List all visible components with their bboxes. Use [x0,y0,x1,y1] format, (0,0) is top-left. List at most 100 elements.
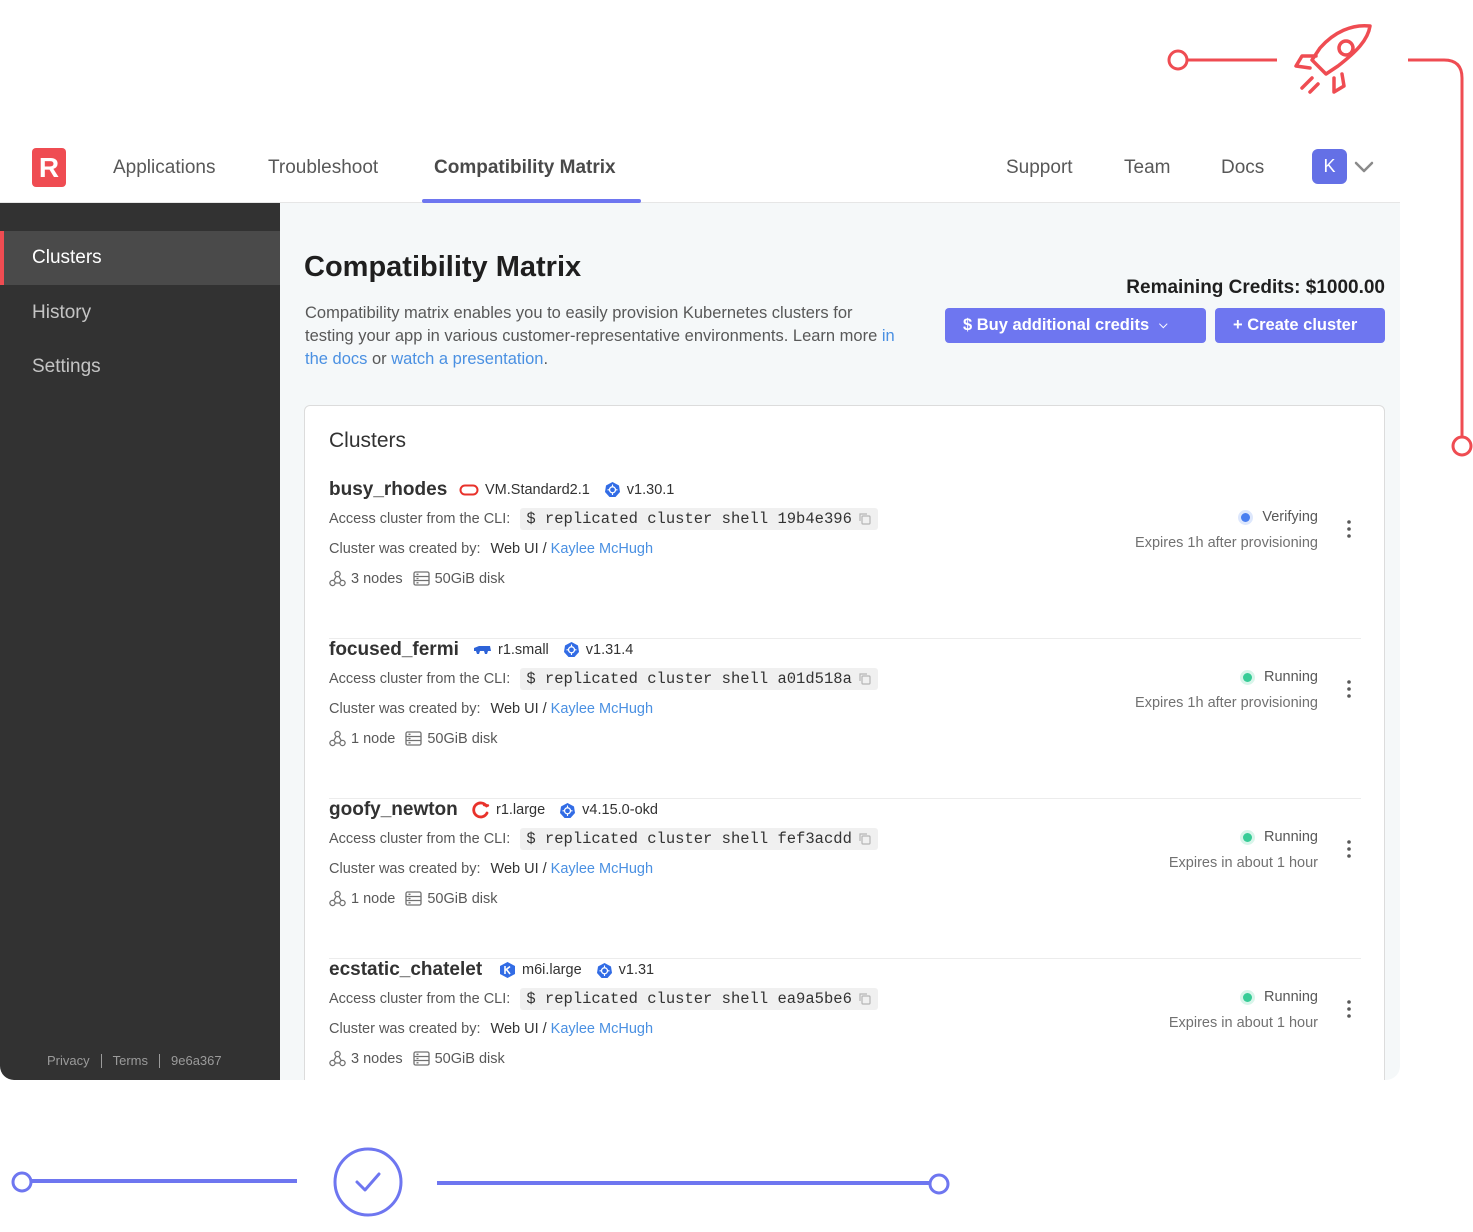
cluster-name[interactable]: focused_fermi [329,639,459,661]
created-by-label: Cluster was created by: [329,701,481,717]
cluster-name[interactable]: goofy_newton [329,799,458,821]
creator-link[interactable]: Kaylee McHugh [551,861,653,877]
rocket-icon [1294,23,1372,94]
instance-tag: VM.Standard2.1 [459,482,590,498]
main-content: Compatibility Matrix Compatibility matri… [280,203,1400,1080]
kubernetes-version: v4.15.0-okd [582,802,658,818]
nav-applications[interactable]: Applications [113,133,215,203]
disk-size: 50GiB disk [412,1050,505,1067]
cluster-expiry: Expires in about 1 hour [1168,855,1318,871]
more-options-icon[interactable] [1346,999,1352,1019]
creator-link[interactable]: Kaylee McHugh [551,701,653,717]
instance-tag: r1.small [473,642,549,658]
node-count: 1 node [329,890,395,907]
cli-command[interactable]: $ replicated cluster shell fef3acdd [520,828,878,850]
privacy-link[interactable]: Privacy [47,1053,90,1068]
nav-team[interactable]: Team [1124,133,1170,203]
status-dot [1242,992,1252,1002]
description-text: or [367,350,392,368]
more-options-icon[interactable] [1346,519,1352,539]
disk-size: 50GiB disk [405,731,497,747]
k3s-icon [500,962,515,978]
nav-docs[interactable]: Docs [1221,133,1264,203]
cluster-name[interactable]: ecstatic_chatelet [329,959,482,981]
cluster-expiry: Expires in about 1 hour [1168,1015,1318,1031]
chevron-down-icon[interactable] [1354,157,1374,177]
status-text: Running [1263,989,1318,1005]
sidebar-item-clusters[interactable]: Clusters [0,231,280,285]
cluster-expiry: Expires 1h after provisioning [1135,535,1318,551]
cli-command-text: $ replicated cluster shell 19b4e396 [526,510,852,528]
kind-icon [474,645,491,654]
disk-icon [412,1051,430,1066]
cluster-name[interactable]: busy_rhodes [329,479,447,501]
created-by-row: Cluster was created by: Web UI / Kaylee … [329,541,653,557]
disk-size-text: 50GiB disk [434,1050,505,1067]
disk-icon [405,891,423,906]
created-source: Web UI / [490,861,547,877]
node-count: 1 node [329,730,395,747]
presentation-link[interactable]: watch a presentation [391,350,543,368]
more-options-icon[interactable] [1346,679,1352,699]
replicated-logo[interactable]: R [32,148,66,187]
copy-icon[interactable] [858,672,872,686]
nodes-icon [329,730,346,747]
status-dot [1242,672,1252,682]
nodes-icon [329,1050,346,1067]
cluster-meta: 1 node 50GiB disk [329,730,507,747]
nav-support[interactable]: Support [1006,133,1073,203]
copy-icon[interactable] [858,832,872,846]
nav-troubleshoot[interactable]: Troubleshoot [268,133,378,203]
node-count-text: 1 node [351,730,396,747]
kubernetes-version: v1.30.1 [626,481,675,498]
create-cluster-button[interactable]: + Create cluster [1215,308,1385,343]
description-text: . [543,350,549,368]
sidebar-item-history[interactable]: History [0,286,280,340]
user-avatar[interactable]: K [1312,149,1347,184]
nav-compatibility-matrix[interactable]: Compatibility Matrix [434,133,616,203]
kubernetes-icon [596,962,612,978]
version-tag: v1.31.4 [563,641,633,658]
instance-type: r1.small [498,641,549,658]
clusters-card: Clusters busy_rhodes VM.Standard2.1 v1.3… [304,405,1385,1080]
status-dot [1241,512,1251,522]
more-options-icon[interactable] [1346,839,1352,859]
cluster-item: goofy_newton r1.large v4.15.0-okd Access… [329,799,1361,959]
cli-command[interactable]: $ replicated cluster shell a01d518a [520,668,878,690]
version-tag: v1.31 [596,962,654,979]
cluster-tags: m6i.large v1.31 [499,961,668,979]
footer-divider [100,1053,102,1068]
sidebar-footer: Privacy Terms 9e6a367 [47,1053,222,1068]
page-title: Compatibility Matrix [304,251,582,283]
creator-link[interactable]: Kaylee McHugh [551,541,653,557]
copy-icon[interactable] [858,992,872,1006]
buy-credits-label: $ Buy additional credits [963,316,1150,334]
disk-size: 50GiB disk [405,891,497,907]
node-count-text: 3 nodes [351,570,403,587]
created-by-label: Cluster was created by: [329,541,481,557]
created-source: Web UI / [490,701,547,717]
cluster-item: ecstatic_chatelet m6i.large v1.31 Access… [329,959,1361,1080]
cli-command-text: $ replicated cluster shell a01d518a [526,670,852,688]
node-count: 3 nodes [329,570,403,587]
kubernetes-version: v1.31 [618,962,655,978]
kubernetes-icon [560,802,576,818]
instance-tag: m6i.large [499,961,582,979]
cli-command[interactable]: $ replicated cluster shell 19b4e396 [520,508,878,530]
disk-size-text: 50GiB disk [427,890,498,907]
disk-size-text: 50GiB disk [434,570,505,587]
status-text: Running [1263,669,1318,685]
creator-link[interactable]: Kaylee McHugh [551,1021,653,1037]
cli-command-text: $ replicated cluster shell ea9a5be6 [526,990,852,1008]
buy-credits-button[interactable]: $ Buy additional credits ⌵ [945,308,1206,343]
cli-command[interactable]: $ replicated cluster shell ea9a5be6 [520,988,878,1010]
sidebar-item-settings[interactable]: Settings [0,340,280,394]
cluster-expiry: Expires 1h after provisioning [1135,695,1318,711]
status-text: Running [1263,829,1318,845]
cluster-meta: 1 node 50GiB disk [329,890,507,907]
cluster-status: Running [1242,669,1318,685]
node-count: 3 nodes [329,1050,403,1067]
copy-icon[interactable] [858,512,872,526]
cluster-tags: VM.Standard2.1 v1.30.1 [459,481,688,498]
terms-link[interactable]: Terms [113,1053,148,1068]
